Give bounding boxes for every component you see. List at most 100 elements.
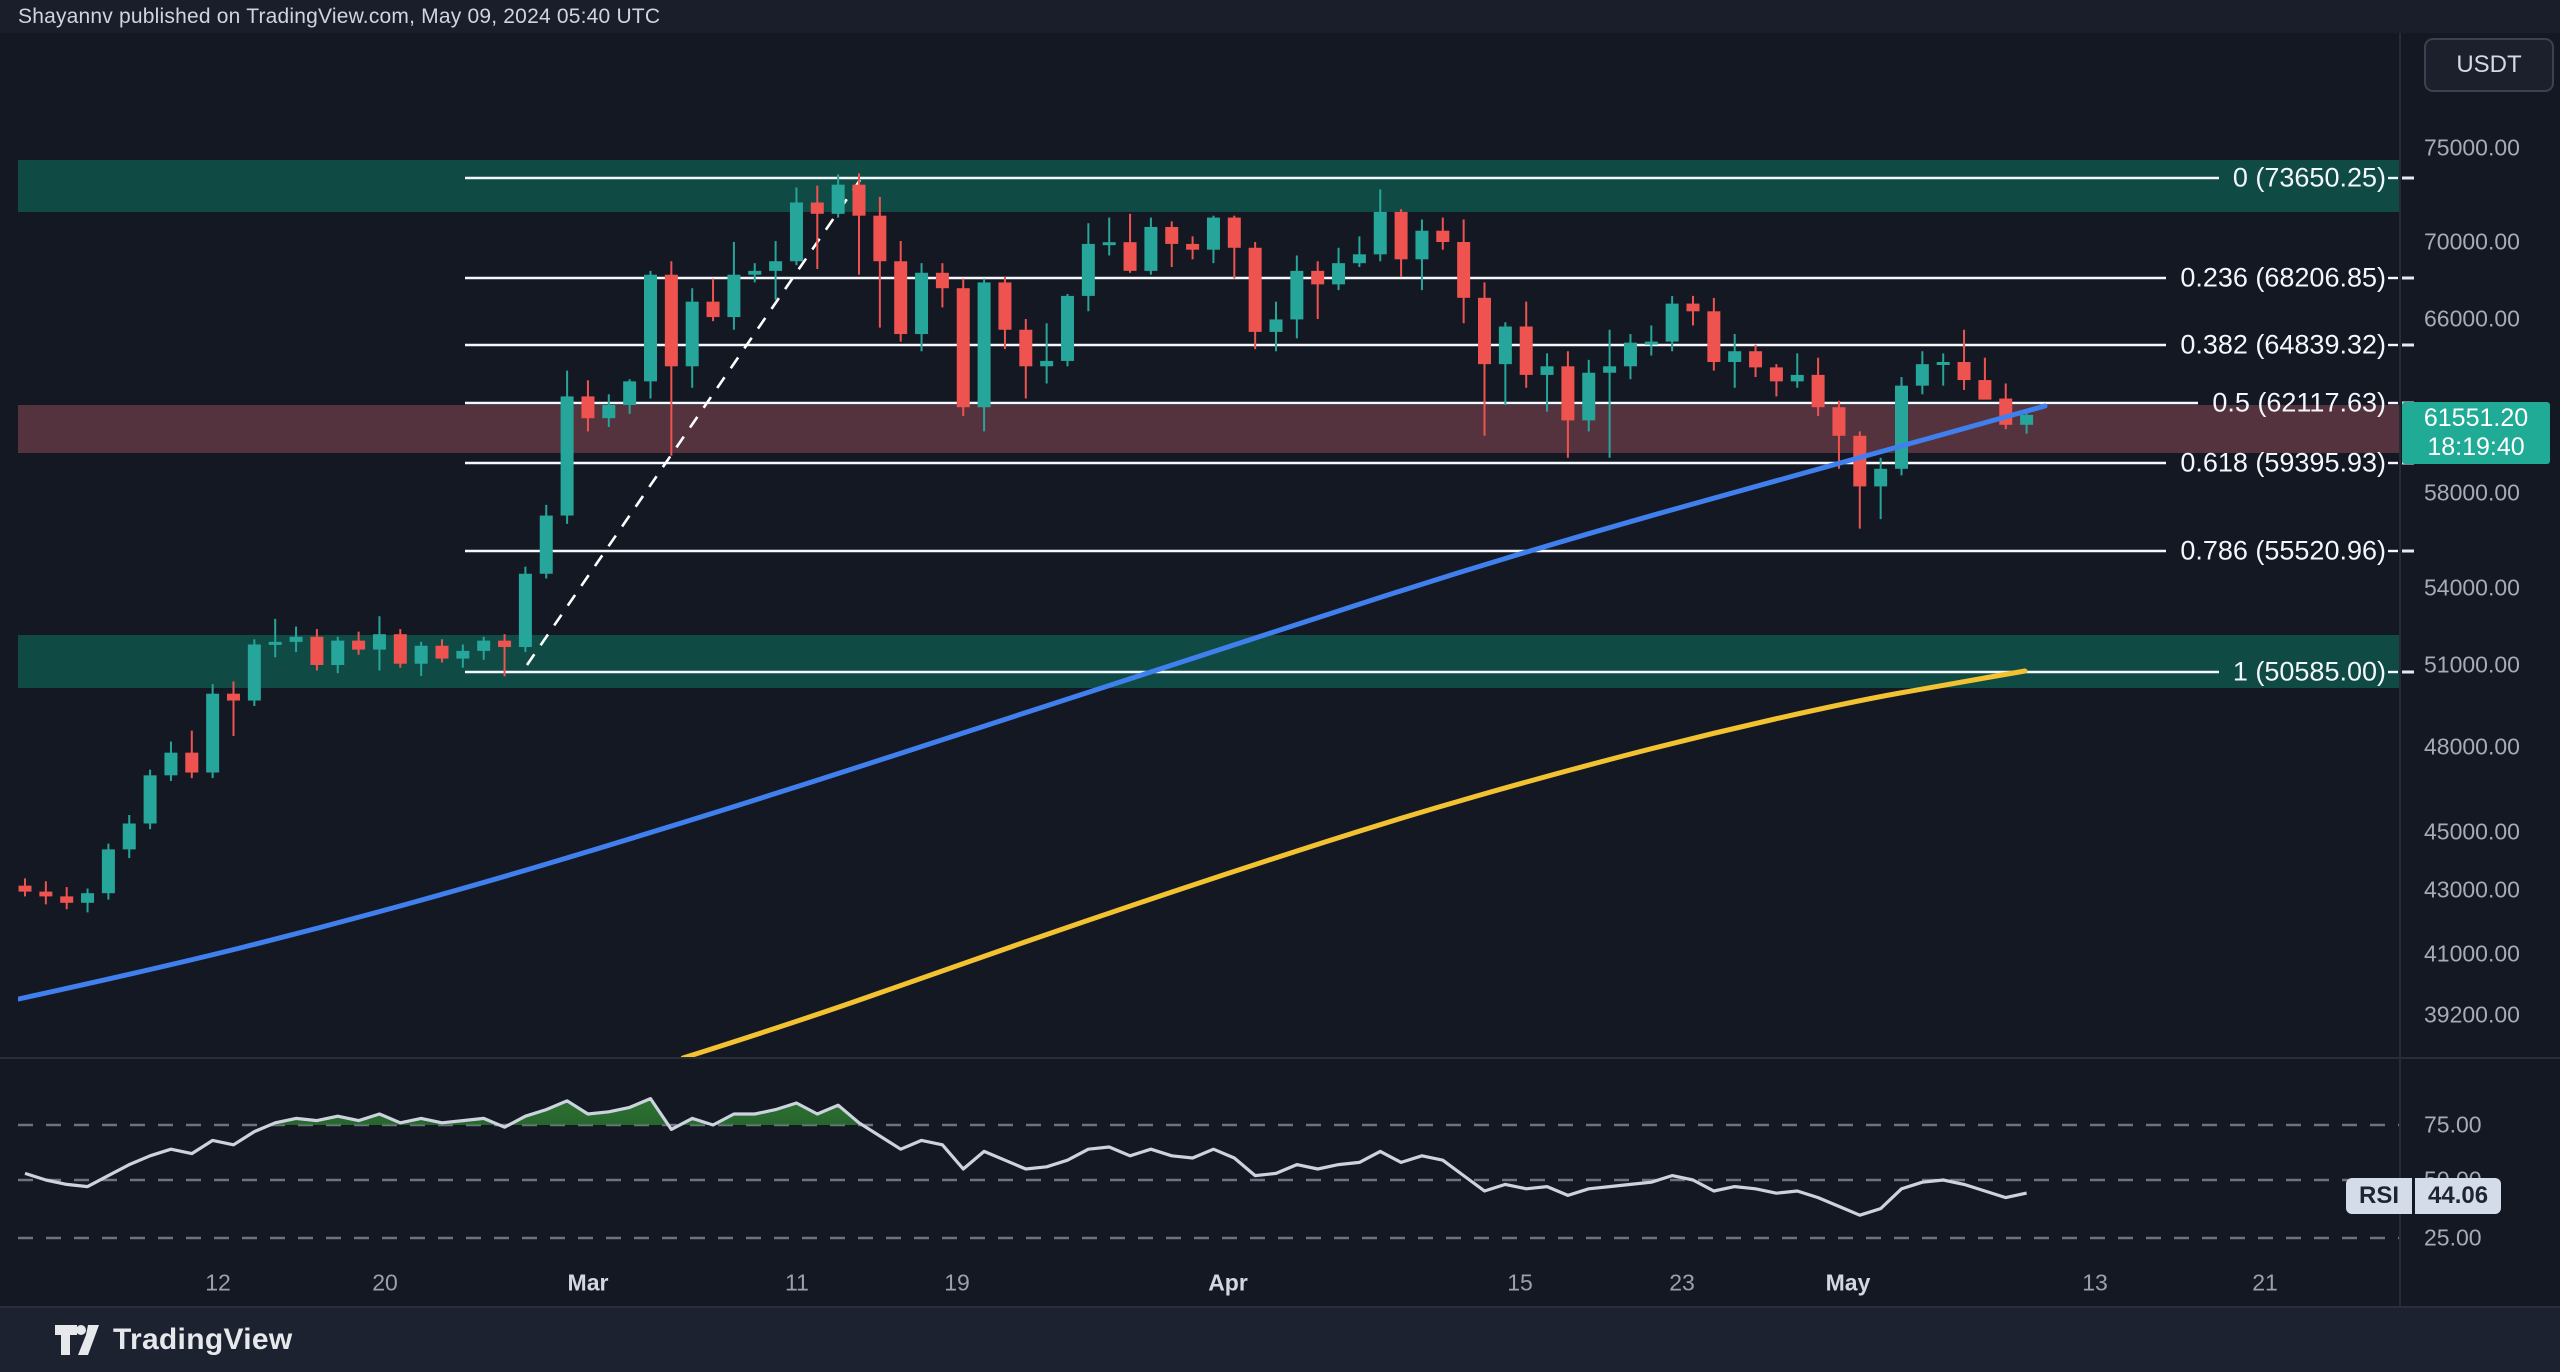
axis-tick	[2402, 671, 2414, 674]
candle-body	[1144, 227, 1157, 271]
rsi-value-badge: RSI 44.06	[2346, 1178, 2501, 1214]
candle-body	[436, 646, 449, 659]
candle-body	[1791, 375, 1804, 381]
currency-badge[interactable]: USDT	[2424, 38, 2554, 92]
chart-region[interactable]: 75000.0070000.0066000.0058000.0054000.00…	[0, 33, 2560, 1306]
candle-body	[665, 275, 678, 367]
tradingview-brand-text: TradingView	[113, 1323, 292, 1357]
candle-body	[644, 275, 657, 382]
candle-body	[1541, 366, 1554, 375]
candle-body	[894, 261, 907, 334]
candle-body	[1478, 298, 1491, 364]
candle-body	[811, 203, 824, 214]
tradingview-chart-window: Shayannv published on TradingView.com, M…	[0, 0, 2560, 1372]
candle-body	[1770, 367, 1783, 381]
candle-body	[915, 273, 928, 334]
fib-zone	[18, 160, 2400, 212]
candle-body	[936, 273, 949, 288]
last-price-badge: 61551.20 18:19:40	[2402, 402, 2550, 464]
candle-body	[602, 405, 615, 418]
candle-body	[1749, 351, 1762, 367]
candle-body	[206, 694, 219, 773]
candle-body	[1436, 231, 1449, 242]
candle-body	[1082, 244, 1095, 296]
publish-attribution: Shayannv published on TradingView.com, M…	[18, 5, 660, 29]
candle-body	[1561, 366, 1574, 420]
footer-bar: TradingView	[0, 1306, 2560, 1372]
candle-body	[477, 641, 490, 651]
candle-body	[373, 634, 386, 649]
candle-body	[2020, 415, 2033, 425]
candle-body	[144, 775, 157, 823]
candle-body	[415, 646, 428, 664]
candle-body	[310, 637, 323, 665]
candle-body	[164, 753, 177, 776]
candle-body	[1103, 242, 1116, 245]
candle-body	[1999, 399, 2012, 425]
candle-body	[352, 641, 365, 650]
candle-body	[1499, 327, 1512, 365]
rsi-line[interactable]	[25, 1099, 2027, 1216]
candle-body	[290, 637, 303, 642]
candle-body	[707, 302, 720, 317]
candle-body	[1728, 351, 1741, 362]
candle-body	[227, 694, 240, 701]
last-price-value: 61551.20	[2402, 404, 2550, 433]
candle-body	[102, 849, 115, 893]
axis-tick	[2402, 277, 2414, 280]
fib-zone	[18, 405, 2400, 453]
candle-body	[394, 634, 407, 664]
bar-countdown: 18:19:40	[2402, 433, 2550, 462]
candle-body	[1603, 366, 1616, 372]
chart-canvas[interactable]	[0, 0, 2560, 1372]
candle-body	[998, 282, 1011, 329]
candle-body	[1687, 304, 1700, 312]
candle-body	[1207, 218, 1220, 250]
candle-body	[81, 893, 94, 903]
candle-body	[1707, 311, 1720, 362]
candle-body	[1666, 304, 1679, 342]
candle-body	[561, 396, 574, 515]
candle-body	[19, 886, 32, 892]
candle-body	[1186, 244, 1199, 250]
ma-blue-line[interactable]	[14, 406, 2045, 1000]
candle-body	[185, 753, 198, 773]
candle-body	[1270, 319, 1283, 331]
candle-body	[1937, 362, 1950, 365]
candle-body	[123, 824, 136, 850]
rsi-badge-label: RSI	[2346, 1178, 2412, 1214]
candle-body	[1311, 271, 1324, 284]
candle-body	[581, 396, 594, 418]
candle-body	[1332, 263, 1345, 284]
candle-body	[269, 642, 282, 645]
axis-tick	[2402, 177, 2414, 180]
candle-body	[1520, 327, 1533, 375]
candles-group[interactable]	[19, 173, 2034, 912]
currency-badge-label: USDT	[2456, 51, 2521, 79]
candle-body	[540, 516, 553, 574]
tradingview-logo-icon	[55, 1323, 99, 1357]
candle-body	[727, 275, 740, 317]
candle-body	[39, 892, 52, 897]
candle-body	[1124, 242, 1137, 271]
candle-body	[1165, 227, 1178, 244]
candle-body	[623, 381, 636, 405]
candle-body	[957, 288, 970, 407]
candle-body	[331, 641, 344, 665]
candle-body	[519, 574, 532, 647]
candle-body	[1374, 212, 1387, 254]
candle-body	[978, 282, 991, 407]
candle-body	[1978, 380, 1991, 400]
candle-body	[1415, 231, 1428, 260]
candle-body	[853, 185, 866, 216]
candle-body	[1040, 361, 1053, 366]
candle-body	[790, 203, 803, 262]
candle-body	[248, 644, 261, 700]
candle-body	[1895, 386, 1908, 469]
header-bar: Shayannv published on TradingView.com, M…	[0, 0, 2560, 33]
candle-body	[1582, 373, 1595, 421]
candle-body	[1290, 271, 1303, 320]
ma-yellow-line[interactable]	[683, 671, 2025, 1058]
candle-body	[873, 216, 886, 262]
candle-body	[1624, 343, 1637, 367]
